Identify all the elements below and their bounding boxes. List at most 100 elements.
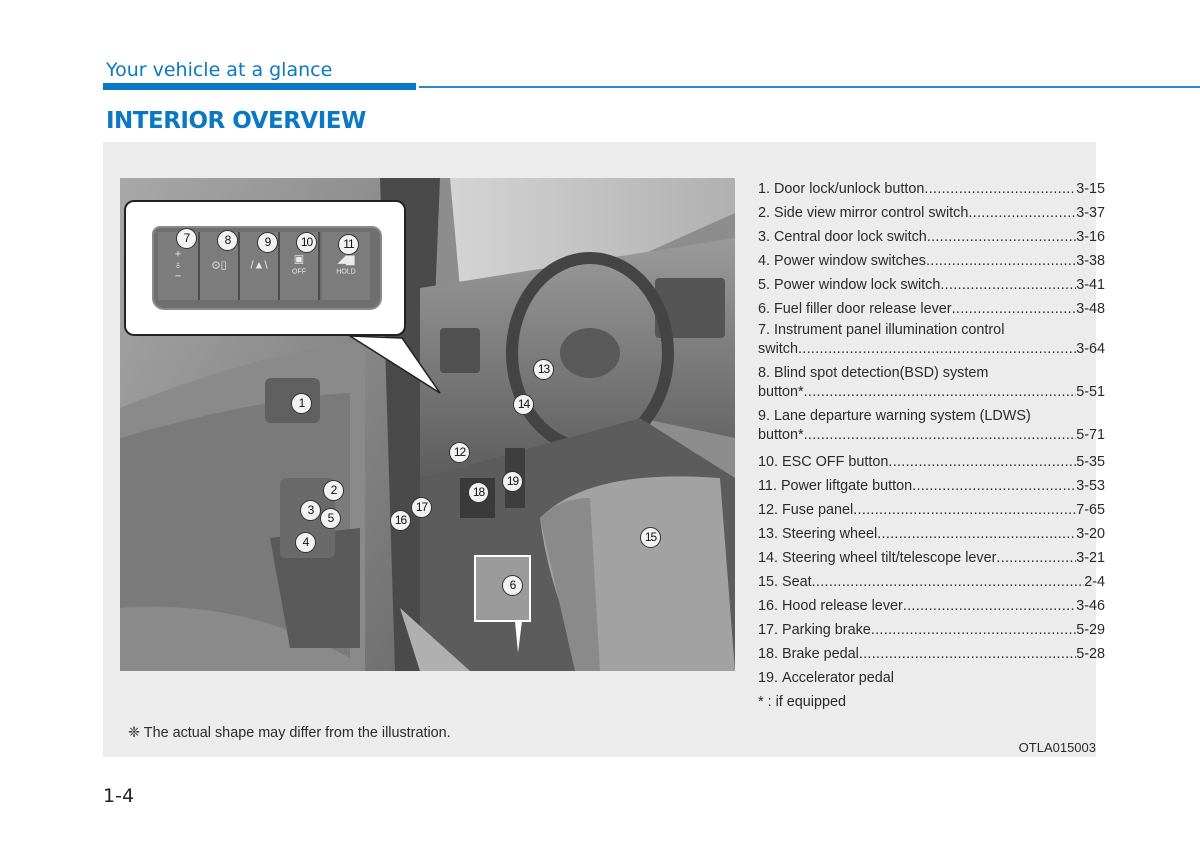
item-page-ref: 3-64 <box>1076 341 1105 357</box>
item-label: Side view mirror control switch <box>774 205 969 221</box>
badge-17: 17 <box>411 497 432 518</box>
item-label-cont: switch <box>758 341 798 357</box>
list-item: 16. Hood release lever 3-46 <box>758 594 1105 618</box>
leader-dots <box>903 594 1076 618</box>
leader-dots <box>859 642 1076 666</box>
item-page-ref: 3-37 <box>1076 205 1105 221</box>
item-label: Blind spot detection(BSD) system <box>774 365 989 381</box>
item-number: 16. <box>758 598 779 614</box>
esc-off-icon: ▣ OFF <box>292 253 306 276</box>
illumination-control-icon: + ♁ − <box>173 248 183 283</box>
badge-12: 12 <box>449 442 470 463</box>
item-label: Central door lock switch <box>774 229 927 245</box>
item-page-ref: 3-46 <box>1076 598 1105 614</box>
equipped-footnote: * : if equipped <box>758 694 847 710</box>
item-number: 3. <box>758 229 771 245</box>
item-number: 18. <box>758 646 779 662</box>
item-number: 11. <box>758 478 777 494</box>
item-page-ref: 5-28 <box>1076 646 1105 662</box>
leader-dots <box>853 498 1076 522</box>
list-item: 14. Steering wheel tilt/telescope lever … <box>758 546 1105 570</box>
item-number: 8. <box>758 365 771 381</box>
esc-off-label: OFF <box>292 268 306 276</box>
leader-dots <box>912 474 1076 498</box>
item-label: Fuel filler door release lever <box>774 301 952 317</box>
list-item: 6. Fuel filler door release lever 3-48 <box>758 297 1105 321</box>
list-item: 4. Power window switches 3-38 <box>758 249 1105 273</box>
item-number: 5. <box>758 277 771 293</box>
list-item: 19. Accelerator pedal <box>758 666 1105 690</box>
item-label-cont: button* <box>758 384 804 400</box>
badge-2: 2 <box>323 480 344 501</box>
badge-14: 14 <box>513 394 534 415</box>
item-number: 19. <box>758 670 779 686</box>
list-item: 7. Instrument panel illumination control… <box>758 321 1105 359</box>
list-item: 9. Lane departure warning system (LDWS) b… <box>758 407 1105 445</box>
item-number: 7. <box>758 322 771 338</box>
section-title: Your vehicle at a glance <box>106 59 333 81</box>
item-label: Seat <box>782 574 812 590</box>
page-number: 1-4 <box>103 785 135 807</box>
list-item: 15. Seat 2-4 <box>758 570 1105 594</box>
list-item: 13. Steering wheel 3-20 <box>758 522 1105 546</box>
item-page-ref: 3-20 <box>1076 526 1105 542</box>
interior-illustration: + ♁ − ⊙▯ /▲\ ▣ OFF ◢▆ HOLD 7 8 9 10 11 1… <box>120 178 735 671</box>
badge-1: 1 <box>291 393 312 414</box>
leader-dots <box>968 201 1076 225</box>
item-page-ref: 5-29 <box>1076 622 1105 638</box>
badge-15: 15 <box>640 527 661 548</box>
item-page-ref: 3-21 <box>1076 550 1105 566</box>
leader-dots <box>996 546 1076 570</box>
item-label: Power window switches <box>774 253 926 269</box>
leader-dots <box>877 522 1076 546</box>
list-item: 12. Fuse panel 7-65 <box>758 498 1105 522</box>
item-number: 1. <box>758 181 771 197</box>
item-number: 2. <box>758 205 771 221</box>
badge-11: 11 <box>338 234 359 255</box>
item-label: Brake pedal <box>782 646 859 662</box>
list-item: 3. Central door lock switch 3-16 <box>758 225 1105 249</box>
leader-dots <box>926 249 1076 273</box>
list-item: 1. Door lock/unlock button 3-15 <box>758 177 1105 201</box>
liftgate-label: HOLD <box>336 268 356 276</box>
item-number: 13. <box>758 526 779 542</box>
leader-dots <box>812 570 1085 594</box>
item-label: Hood release lever <box>782 598 903 614</box>
item-label: Steering wheel <box>782 526 878 542</box>
item-page-ref: 3-16 <box>1076 229 1105 245</box>
badge-4: 4 <box>295 532 316 553</box>
item-page-ref: 2-4 <box>1084 574 1105 590</box>
item-page-ref: 5-35 <box>1076 454 1105 470</box>
leader-dots <box>798 340 1076 359</box>
badge-5: 5 <box>320 508 341 529</box>
item-number: 6. <box>758 301 771 317</box>
item-page-ref: 3-53 <box>1076 478 1105 494</box>
leader-dots <box>871 618 1076 642</box>
item-page-ref: 5-51 <box>1076 384 1105 400</box>
item-label: Instrument panel illumination control <box>774 322 1005 338</box>
list-item: 11. Power liftgate button 3-53 <box>758 474 1105 498</box>
list-item: 17. Parking brake 5-29 <box>758 618 1105 642</box>
item-label: Power liftgate button <box>780 478 913 494</box>
leader-dots <box>927 225 1076 249</box>
list-item: 2. Side view mirror control switch 3-37 <box>758 201 1105 225</box>
switch-panel-callout: + ♁ − ⊙▯ /▲\ ▣ OFF ◢▆ HOLD 7 8 9 10 11 <box>124 200 406 336</box>
bsd-icon: ⊙▯ <box>211 259 227 272</box>
item-label: Door lock/unlock button <box>774 181 925 197</box>
leader-dots <box>952 297 1077 321</box>
image-code: OTLA015003 <box>1018 740 1096 755</box>
item-number: 10. <box>758 454 779 470</box>
item-label-cont: button* <box>758 427 804 443</box>
item-number: 14. <box>758 550 779 566</box>
item-label: Steering wheel tilt/telescope lever <box>782 550 997 566</box>
badge-13: 13 <box>533 359 554 380</box>
badge-10: 10 <box>296 232 317 253</box>
badge-19: 19 <box>502 471 523 492</box>
badge-18: 18 <box>468 482 489 503</box>
item-label: Fuse panel <box>782 502 854 518</box>
badge-16: 16 <box>390 510 411 531</box>
item-page-ref: 5-71 <box>1076 427 1105 443</box>
illustration-note: ❈ The actual shape may differ from the i… <box>128 725 451 741</box>
item-number: 4. <box>758 253 771 269</box>
page-title: INTERIOR OVERVIEW <box>106 108 366 134</box>
